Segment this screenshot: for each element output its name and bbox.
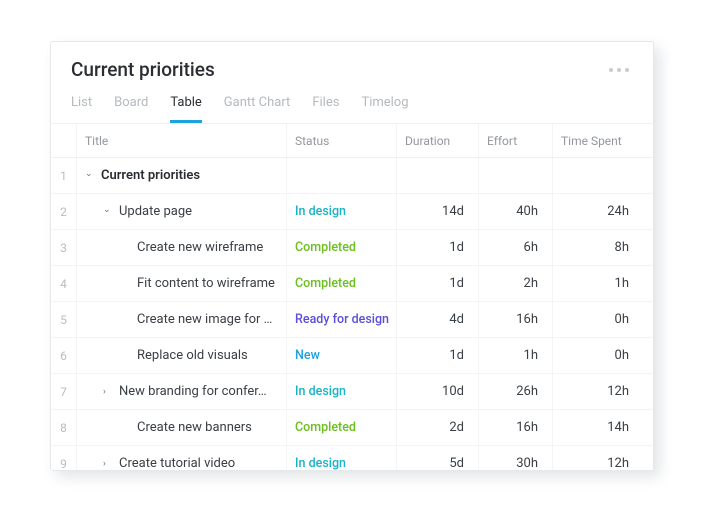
row-duration: [397, 158, 479, 193]
col-duration: Duration: [397, 124, 479, 157]
row-title-cell: › Create tutorial video: [77, 446, 287, 470]
row-effort: 30h: [479, 446, 553, 470]
row-title-cell: ⌄ Current priorities: [77, 158, 287, 193]
row-time_spent: 0h: [553, 338, 643, 373]
row-title-cell: ⌄ Update page: [77, 194, 287, 229]
more-icon[interactable]: [605, 64, 633, 76]
row-status: In design: [287, 446, 397, 470]
row-title-cell: Create new wireframe: [77, 230, 287, 265]
row-number: 3: [51, 230, 77, 265]
row-title: Create new wireframe: [137, 240, 263, 255]
row-time_spent: 14h: [553, 410, 643, 445]
row-effort: 1h: [479, 338, 553, 373]
chevron-right-icon[interactable]: ›: [103, 459, 113, 469]
row-effort: 26h: [479, 374, 553, 409]
chevron-down-icon[interactable]: ⌄: [103, 205, 113, 215]
row-status: Completed: [287, 266, 397, 301]
priorities-card: Current priorities List Board Table Gantt C…: [50, 41, 654, 471]
row-number: 2: [51, 194, 77, 229]
row-title-cell: Create new image for p…: [77, 302, 287, 337]
col-status: Status: [287, 124, 397, 157]
table-row[interactable]: 5 Create new image for p… Ready for design…: [51, 302, 653, 338]
col-effort: Effort: [479, 124, 553, 157]
chevron-down-icon[interactable]: ⌄: [85, 169, 95, 179]
row-title-cell: › New branding for confer…: [77, 374, 287, 409]
table-row[interactable]: 1 ⌄ Current priorities: [51, 158, 653, 194]
page-title: Current priorities: [71, 58, 215, 81]
table-row[interactable]: 8 Create new banners Completed2d16h14h: [51, 410, 653, 446]
row-status: [287, 158, 397, 193]
row-effort: 16h: [479, 410, 553, 445]
view-tabs: List Board Table Gantt Chart Files Timelog: [71, 95, 633, 123]
row-title-cell: Replace old visuals: [77, 338, 287, 373]
row-status: New: [287, 338, 397, 373]
table-row[interactable]: 4 Fit content to wireframe Completed1d2h1h: [51, 266, 653, 302]
row-title: Replace old visuals: [137, 348, 248, 363]
row-duration: 10d: [397, 374, 479, 409]
row-number: 7: [51, 374, 77, 409]
row-duration: 1d: [397, 266, 479, 301]
row-time_spent: 1h: [553, 266, 643, 301]
row-title: Create new banners: [137, 420, 252, 435]
row-duration: 4d: [397, 302, 479, 337]
chevron-right-icon[interactable]: ›: [103, 387, 113, 397]
tab-table[interactable]: Table: [170, 95, 201, 123]
row-time_spent: 0h: [553, 302, 643, 337]
table-body: 1 ⌄ Current priorities 2 ⌄ Update page In desi…: [51, 158, 653, 470]
row-effort: 2h: [479, 266, 553, 301]
tab-board[interactable]: Board: [114, 95, 148, 123]
table-row[interactable]: 9 › Create tutorial video In design5d30h12h: [51, 446, 653, 470]
priorities-table: Title Status Duration Effort Time Spent …: [51, 123, 653, 470]
row-effort: 16h: [479, 302, 553, 337]
row-time_spent: 12h: [553, 446, 643, 470]
row-title: Current priorities: [101, 168, 200, 183]
row-time_spent: [553, 158, 643, 193]
row-effort: [479, 158, 553, 193]
table-row[interactable]: 7 › New branding for confer… In design10d26…: [51, 374, 653, 410]
col-timespent: Time Spent: [553, 124, 643, 157]
row-status: Completed: [287, 230, 397, 265]
table-row[interactable]: 6 Replace old visuals New1d1h0h: [51, 338, 653, 374]
table-row[interactable]: 3 Create new wireframe Completed1d6h8h: [51, 230, 653, 266]
row-number: 8: [51, 410, 77, 445]
row-title: New branding for confer…: [119, 384, 267, 399]
row-number: 5: [51, 302, 77, 337]
row-time_spent: 8h: [553, 230, 643, 265]
row-status: Ready for design: [287, 302, 397, 337]
row-status: In design: [287, 194, 397, 229]
row-effort: 40h: [479, 194, 553, 229]
row-duration: 1d: [397, 230, 479, 265]
row-duration: 5d: [397, 446, 479, 470]
row-effort: 6h: [479, 230, 553, 265]
card-header: Current priorities List Board Table Gantt C…: [51, 42, 653, 123]
row-title-cell: Create new banners: [77, 410, 287, 445]
row-duration: 2d: [397, 410, 479, 445]
tab-timelog[interactable]: Timelog: [361, 95, 408, 123]
tab-list[interactable]: List: [71, 95, 92, 123]
row-duration: 14d: [397, 194, 479, 229]
row-title: Fit content to wireframe: [137, 276, 275, 291]
row-time_spent: 12h: [553, 374, 643, 409]
row-title: Update page: [119, 204, 192, 219]
tab-gantt-chart[interactable]: Gantt Chart: [224, 95, 291, 123]
row-time_spent: 24h: [553, 194, 643, 229]
col-rownum: [51, 124, 77, 157]
row-title: Create tutorial video: [119, 456, 235, 470]
col-title: Title: [77, 124, 287, 157]
row-number: 4: [51, 266, 77, 301]
row-status: Completed: [287, 410, 397, 445]
row-status: In design: [287, 374, 397, 409]
row-number: 6: [51, 338, 77, 373]
table-row[interactable]: 2 ⌄ Update page In design14d40h24h: [51, 194, 653, 230]
row-number: 9: [51, 446, 77, 470]
row-duration: 1d: [397, 338, 479, 373]
table-header: Title Status Duration Effort Time Spent: [51, 124, 653, 158]
row-title-cell: Fit content to wireframe: [77, 266, 287, 301]
row-title: Create new image for p…: [137, 312, 278, 327]
tab-files[interactable]: Files: [312, 95, 339, 123]
row-number: 1: [51, 158, 77, 193]
